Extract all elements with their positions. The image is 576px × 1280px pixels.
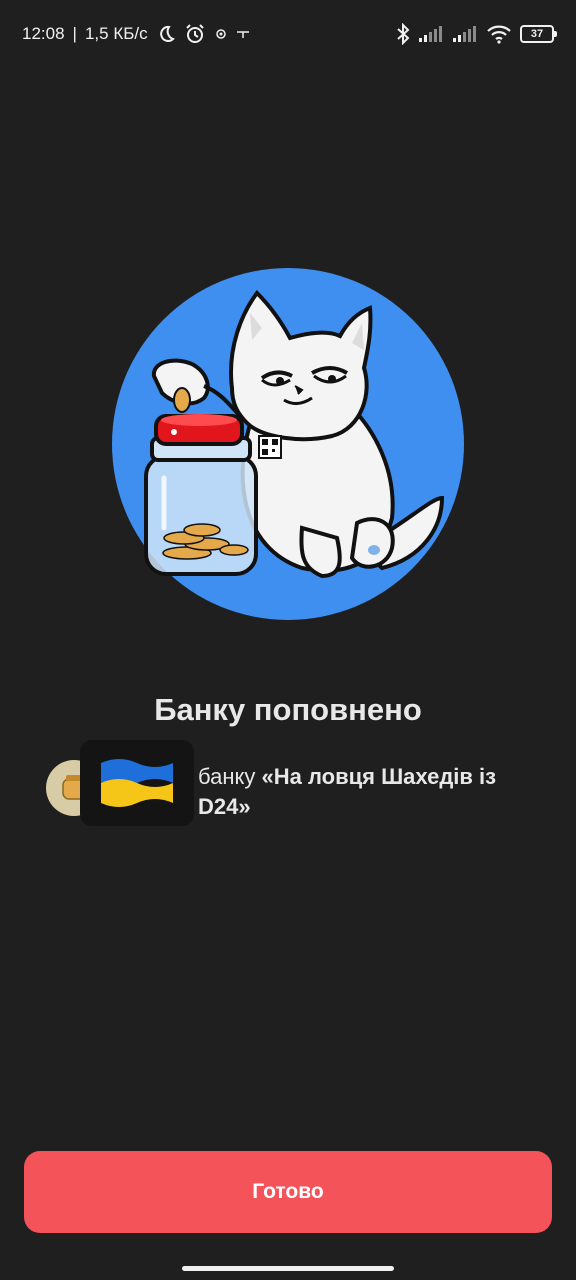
network-speed: 1,5 КБ/с (84, 24, 148, 43)
jar-description: банку «На ловця Шахедів із D24» (46, 740, 536, 830)
payment-success-screen: 12:08 | 1,5 КБ/с 37 Банку поповнено банк… (0, 0, 576, 1280)
status-bar: 12:08 | 1,5 КБ/с 37 (0, 0, 576, 68)
description-prefix: банку (198, 764, 256, 789)
battery-icon: 37 (520, 25, 557, 43)
moon-icon (156, 24, 176, 44)
status-left: 12:08 | 1,5 КБ/с (22, 23, 250, 45)
page-title: Банку поповнено (154, 692, 422, 727)
key-icon (236, 28, 250, 40)
status-time: 12:08 (22, 24, 65, 43)
jar-name-line1: «На ловця Шахедів із (261, 764, 497, 789)
alarm-icon (184, 23, 206, 45)
status-separator: | (72, 24, 77, 43)
wifi-icon (486, 24, 512, 44)
cat-with-jar-illustration (112, 268, 464, 620)
vpn-icon (214, 27, 228, 41)
status-right: 37 (396, 23, 557, 45)
jar-description-text: банку «На ловця Шахедів із D24» (198, 762, 536, 822)
ukraine-flag-icon (80, 740, 194, 826)
home-indicator[interactable] (182, 1266, 394, 1271)
signal-icon (418, 25, 444, 43)
signal-icon-2 (452, 25, 478, 43)
battery-level: 37 (530, 28, 544, 40)
done-button-label: Готово (252, 1180, 324, 1203)
bluetooth-icon (396, 23, 410, 45)
jar-name-line2: D24» (198, 794, 251, 819)
done-button[interactable]: Готово (24, 1151, 552, 1233)
